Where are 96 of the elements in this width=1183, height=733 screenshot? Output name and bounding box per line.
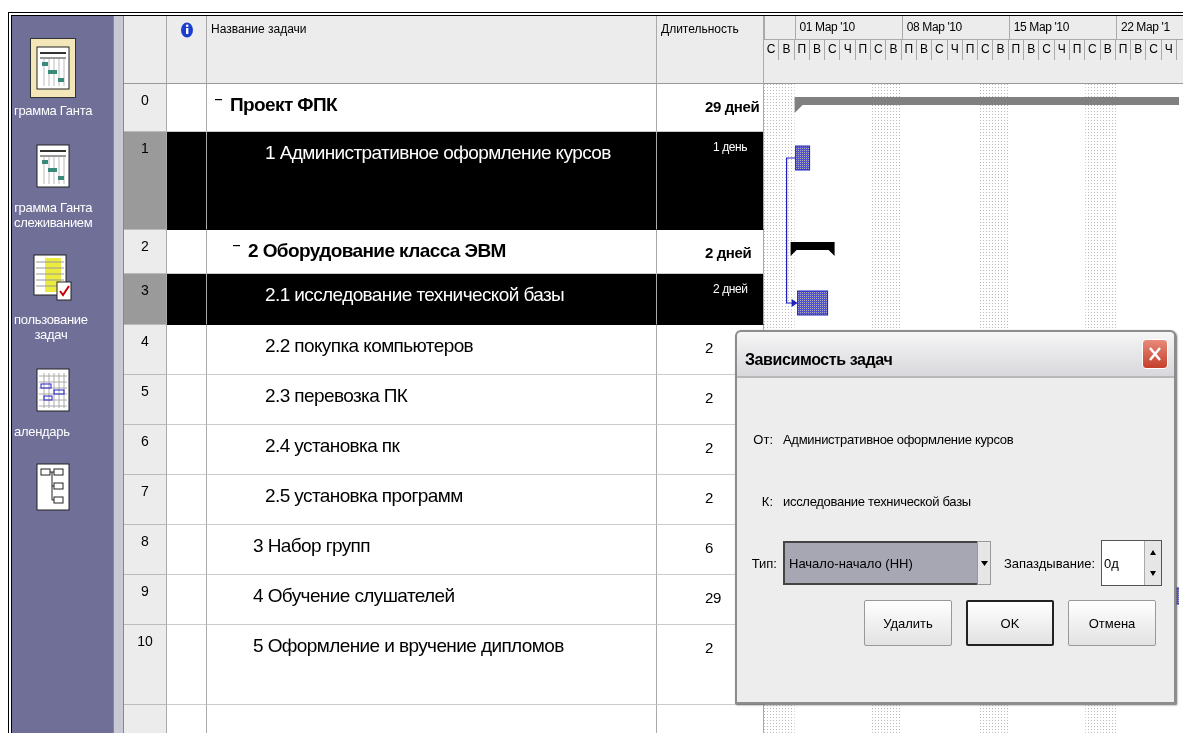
day-label: В — [886, 40, 902, 60]
task-name-cell: 5 Оформление и вручение дипломов — [207, 625, 657, 705]
day-label: П — [794, 40, 810, 60]
lag-spinner[interactable]: 0д — [1101, 540, 1162, 586]
indicator-cell — [167, 375, 207, 425]
row-number[interactable]: 8 — [124, 525, 167, 575]
row-number[interactable]: 7 — [124, 475, 167, 525]
task-name-cell: 2.3 перевозка ПК — [207, 375, 657, 425]
day-label: П — [962, 40, 979, 60]
dialog-button[interactable]: Удалить — [864, 600, 952, 646]
day-label: В — [1100, 40, 1116, 60]
task-name-cell: 2.5 установка программ — [207, 475, 657, 525]
task-name-cell: 2.2 покупка компьютеров — [207, 325, 657, 375]
view-bar-item[interactable]: пользование задач — [12, 248, 113, 343]
close-icon — [1147, 345, 1163, 363]
row-number[interactable]: 5 — [124, 375, 167, 425]
row-number[interactable]: 10 — [124, 625, 167, 705]
day-label: В — [809, 40, 826, 60]
row-number-cell — [124, 705, 167, 733]
row-number[interactable]: 9 — [124, 575, 167, 625]
week-label: 08 Мар '10 — [906, 20, 962, 34]
calendar-icon — [35, 367, 70, 412]
gantt-chart-icon — [35, 143, 70, 188]
day-label: В — [1131, 40, 1147, 60]
day-label: С — [932, 40, 948, 60]
day-label: В — [779, 40, 795, 60]
view-label: алендарь — [14, 424, 70, 440]
dialog-button[interactable]: Отмена — [1068, 600, 1156, 646]
row-number[interactable]: 3 — [124, 274, 167, 325]
day-label: С — [1039, 40, 1055, 60]
day-label: Ч — [840, 40, 856, 60]
view-label: пользование задач — [14, 312, 88, 343]
task-name-cell: Проект ФПК — [207, 84, 657, 132]
view-bar-item[interactable]: алендарь — [12, 360, 113, 440]
task-name-cell: 2.4 установка пк — [207, 425, 657, 475]
duration-cell: 2 дней — [657, 274, 764, 325]
indicator-cell — [167, 274, 207, 325]
week-label: 22 Мар '1 — [1120, 20, 1170, 34]
row-number[interactable]: 2 — [124, 230, 167, 274]
indicator-cell — [167, 475, 207, 525]
day-label: П — [1008, 40, 1025, 60]
duration-cell: 2 дней — [657, 230, 764, 274]
gantt-chart-icon — [35, 46, 70, 90]
network-diagram-icon — [35, 462, 70, 511]
task-usage-icon — [32, 253, 73, 302]
day-label: В — [1024, 40, 1040, 60]
day-label: В — [916, 40, 933, 60]
day-label: П — [1115, 40, 1132, 60]
from-task: Административное оформление курсов — [783, 431, 1014, 447]
row-number[interactable]: 0 — [124, 84, 167, 132]
day-label: Ч — [947, 40, 963, 60]
column-header: Длительность — [661, 22, 739, 36]
view-bar-item[interactable]: грамма Ганта — [12, 38, 113, 119]
row-number[interactable]: 4 — [124, 325, 167, 375]
view-label: грамма Ганта слеживанием — [14, 200, 93, 231]
indicator-cell — [167, 325, 207, 375]
view-bar-item[interactable]: грамма Ганта слеживанием — [12, 136, 113, 231]
day-label: С — [871, 40, 887, 60]
day-label: Ч — [1161, 40, 1177, 60]
summary-bar — [790, 242, 835, 256]
day-label: Ч — [1054, 40, 1070, 60]
column-header: Название задачи — [211, 22, 307, 36]
task-name-cell: 3 Набор групп — [207, 525, 657, 575]
day-label: П — [901, 40, 917, 60]
lag-label: Запаздывание: — [1003, 555, 1095, 571]
row-number[interactable]: 1 — [124, 132, 167, 230]
info-icon — [179, 22, 194, 38]
view-label: грамма Ганта — [14, 104, 93, 119]
row-number[interactable]: 6 — [124, 425, 167, 475]
to-task: исследование технической базы — [783, 493, 971, 509]
day-label: П — [855, 40, 872, 60]
indicator-cell — [167, 575, 207, 625]
task-bar — [795, 145, 811, 171]
collapse-icon[interactable] — [215, 96, 222, 103]
task-name-cell: 4 Обучение слушателей — [207, 575, 657, 625]
week-label: 01 Мар '10 — [799, 20, 855, 34]
day-label: С — [1146, 40, 1162, 60]
day-label: С — [764, 40, 780, 60]
close-button[interactable] — [1142, 339, 1168, 369]
task-name-cell: 2 Оборудование класса ЭВМ — [207, 230, 657, 274]
indicator-cell — [167, 525, 207, 575]
task-name-cell: 2.1 исследование технической базы — [207, 274, 657, 325]
week-label: 15 Мар '10 — [1013, 20, 1069, 34]
indicator-cell — [167, 425, 207, 475]
day-label: С — [1085, 40, 1101, 60]
day-label: С — [825, 40, 841, 60]
collapse-icon[interactable] — [233, 242, 240, 249]
indicator-cell — [167, 230, 207, 274]
task-name-cell: 1 Административное оформление курсов — [207, 132, 657, 230]
day-label: С — [978, 40, 994, 60]
duration-cell: 29 дней — [657, 84, 764, 132]
dialog-button[interactable]: OK — [966, 600, 1054, 646]
day-label: П — [1069, 40, 1086, 60]
duration-cell: 1 день — [657, 132, 764, 230]
day-label: В — [993, 40, 1009, 60]
task-bar — [797, 290, 829, 316]
